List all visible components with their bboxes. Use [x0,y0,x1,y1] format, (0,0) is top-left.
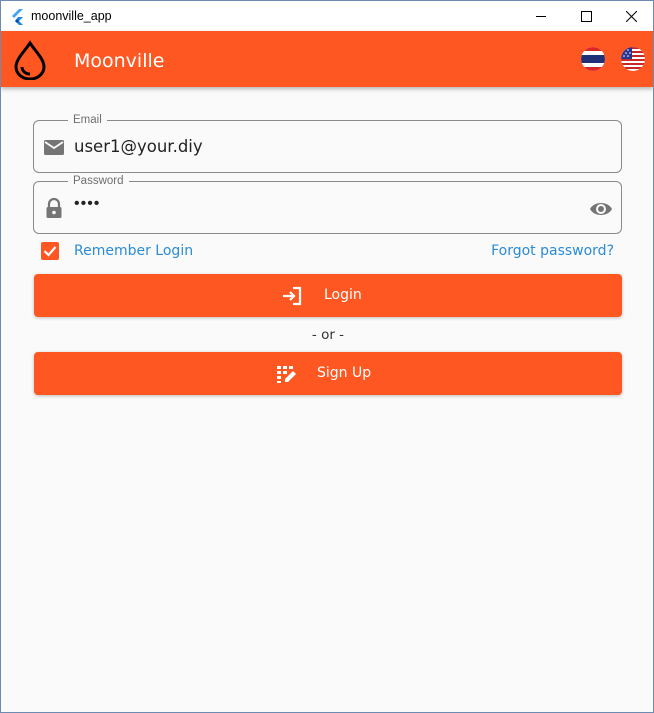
app-window: moonville_app Moonville Email user1@your… [0,0,654,713]
email-value: user1@your.diy [74,137,203,156]
signup-button-label: Sign Up [317,365,372,381]
remember-login-label[interactable]: Remember Login [74,243,193,259]
signup-icon [277,366,296,383]
eye-icon[interactable] [589,198,613,220]
window-title: moonville_app [31,9,112,23]
check-icon [43,246,57,257]
email-label: Email [68,113,107,127]
password-label: Password [68,174,129,188]
minimize-button[interactable] [518,1,564,31]
or-separator: - or - [311,327,345,343]
remember-checkbox[interactable] [41,242,59,260]
email-icon [44,140,64,155]
close-icon [625,10,637,22]
maximize-button[interactable] [563,1,609,31]
lock-icon [46,197,62,218]
signup-button[interactable]: Sign Up [34,352,622,395]
login-button-label: Login [324,287,362,303]
drop-logo-icon [14,40,46,80]
app-title: Moonville [74,50,165,72]
app-bar: Moonville [1,31,653,87]
window-titlebar: moonville_app [1,1,653,31]
close-button[interactable] [608,1,653,31]
forgot-password-link[interactable]: Forgot password? [491,243,614,259]
email-field[interactable]: Email user1@your.diy [33,113,622,173]
minimize-icon [535,15,546,17]
maximize-icon [580,10,592,22]
thai-flag-icon[interactable] [581,47,605,71]
password-field[interactable]: Password •••• [33,174,622,234]
login-button[interactable]: Login [34,274,622,317]
flutter-logo-icon [12,9,23,25]
login-icon [283,286,302,306]
password-value: •••• [74,195,101,212]
remember-row: Remember Login Forgot password? [39,240,617,262]
us-flag-icon[interactable] [621,47,645,71]
